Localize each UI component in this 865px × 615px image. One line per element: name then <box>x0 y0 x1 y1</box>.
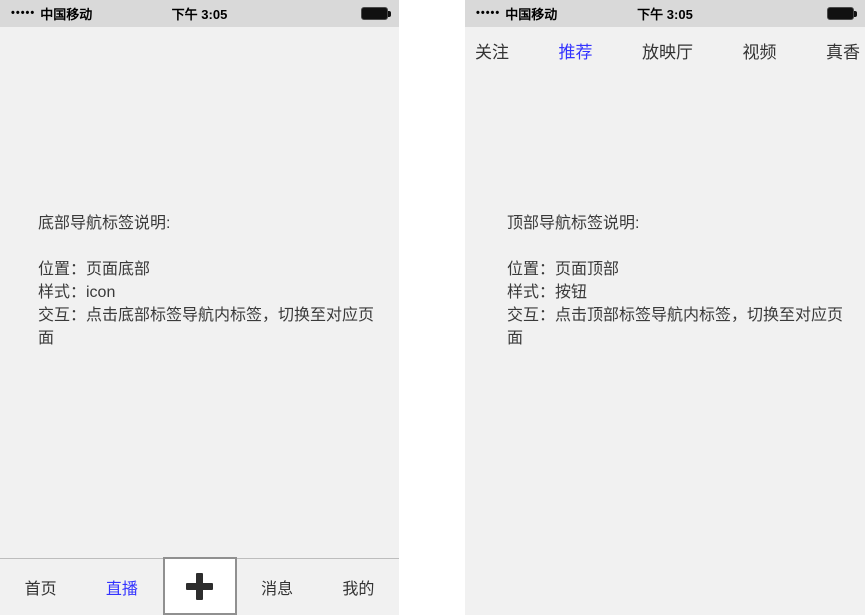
tab-live[interactable]: 直播 <box>81 575 162 599</box>
time-label: 下午 3:05 <box>637 7 693 22</box>
annotation-line-style: 样式：icon <box>38 284 116 301</box>
prototype-canvas: ••••• 中国移动 下午 3:05 底部导航标签说明: 位置：页面底部 样式：… <box>0 0 865 615</box>
tab-zhenxiang[interactable]: 真香 <box>826 38 860 63</box>
annotation-line-position: 位置：页面顶部 <box>507 261 620 278</box>
status-bar: ••••• 中国移动 下午 3:05 <box>0 0 399 27</box>
battery-icon <box>361 7 391 20</box>
annotation-line-interaction: 交互：点击底部标签导航内标签，切换至对应页面 <box>38 307 375 347</box>
bottom-nav-annotation: 底部导航标签说明: 位置：页面底部 样式：icon 交互：点击底部标签导航内标签… <box>38 212 384 350</box>
time-label: 下午 3:05 <box>171 7 228 22</box>
tab-recommend[interactable]: 推荐 <box>559 38 593 63</box>
tab-home[interactable]: 首页 <box>0 575 81 599</box>
status-bar: ••••• 中国移动 下午 3:05 <box>465 0 865 27</box>
annotation-line-interaction: 交互：点击顶部标签导航内标签，切换至对应页面 <box>507 307 844 347</box>
plus-button[interactable] <box>162 557 237 615</box>
bottom-tab-demo-screen: ••••• 中国移动 下午 3:05 底部导航标签说明: 位置：页面底部 样式：… <box>0 0 399 615</box>
top-nav-annotation: 顶部导航标签说明: 位置：页面顶部 样式：按钮 交互：点击顶部标签导航内标签，切… <box>507 212 849 350</box>
top-tab-bar: 关注 推荐 放映厅 视频 真香 <box>465 27 865 73</box>
tab-profile[interactable]: 我的 <box>318 575 399 599</box>
annotation-line-position: 位置：页面底部 <box>38 261 151 278</box>
plus-icon <box>186 572 213 600</box>
tab-cinema[interactable]: 放映厅 <box>642 38 693 63</box>
tab-messages[interactable]: 消息 <box>237 575 318 599</box>
annotation-title: 顶部导航标签说明: <box>507 215 640 232</box>
battery-icon <box>827 7 857 20</box>
bottom-tab-bar: 首页 直播 消息 我的 <box>0 557 399 615</box>
tab-video[interactable]: 视频 <box>743 38 777 63</box>
tab-follow[interactable]: 关注 <box>475 38 509 63</box>
annotation-title: 底部导航标签说明: <box>38 215 171 232</box>
top-tab-demo-screen: ••••• 中国移动 下午 3:05 关注 推荐 放映厅 视频 真香 顶部导航标… <box>465 0 865 615</box>
screen-gap <box>399 0 465 615</box>
annotation-line-style: 样式：按钮 <box>507 284 588 301</box>
